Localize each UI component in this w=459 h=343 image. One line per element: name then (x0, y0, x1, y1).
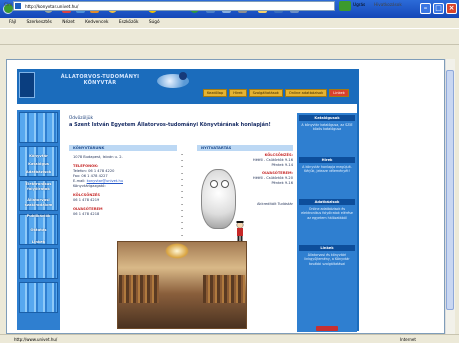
right-text-news: A könyvtár honlapja megújult. Kérjük, je… (302, 165, 352, 174)
menu-file[interactable]: Fájl (9, 20, 16, 25)
owl-illustration (201, 169, 236, 229)
address-label: Cím (4, 2, 13, 7)
bookshelf-image (19, 248, 58, 279)
right-column: Katalógusok A könyvtár katalógusa, az SZ… (297, 113, 357, 332)
email-link[interactable]: konyvtar@univet.hu (87, 179, 123, 183)
menu-edit[interactable]: Szerkesztés (26, 20, 51, 25)
top-nav: Kezdőlap Hírek Szolgáltatások Online ada… (203, 89, 349, 97)
browser-screenshot: Állatorvos-tudományi Könyvtár / Szent Is… (0, 0, 459, 343)
mascot-figure-icon (236, 221, 244, 241)
go-button[interactable]: Ugrás (353, 2, 365, 7)
close-button[interactable]: × (446, 3, 457, 14)
minimize-button[interactable]: – (420, 3, 431, 14)
menu-help[interactable]: Súgó (149, 20, 160, 25)
chandelier-image (165, 243, 189, 259)
menu-tools[interactable]: Eszközök (119, 20, 139, 25)
address-bar (0, 45, 459, 57)
right-head-catalog[interactable]: Katalógusok (299, 115, 355, 121)
toolbar (0, 28, 459, 45)
library-logo-icon (19, 72, 35, 98)
left-menu-item-literature[interactable]: Állatorvosi szakirodalom (17, 198, 60, 207)
menu-bar: Fájl Szerkesztés Nézet Kedvencek Eszközö… (0, 18, 459, 28)
status-url: http://www.univet.hu/ (14, 337, 58, 342)
menu-view[interactable]: Nézet (62, 20, 74, 25)
page-viewport: ÁLLATORVOS-TUDOMÁNYI KÖNYVTÁR Kezdőlap H… (6, 59, 445, 334)
nav-links[interactable]: Linkek (329, 89, 349, 97)
address-input[interactable]: http://konyvtar.univet.hu/ (13, 1, 335, 11)
loan-phone: 06 1 478 4219 (73, 198, 100, 202)
menu-favorites[interactable]: Kedvencek (85, 20, 108, 25)
owl-eye (210, 180, 218, 188)
opening-hours: KÖLCSÖNZÉS: Hétfő - Csütörtök 9-16 Pénte… (235, 153, 293, 207)
library-address: 1078 Budapest, István u. 2. (73, 155, 123, 159)
red-badge-button[interactable] (316, 326, 338, 331)
right-head-news[interactable]: Hírek (299, 157, 355, 163)
left-menu-item-catalog[interactable]: Katalógus (17, 162, 60, 167)
bookshelf-image (19, 282, 58, 313)
scrollbar-thumb[interactable] (446, 70, 454, 310)
bookshelf-image (19, 112, 58, 143)
owl-eye (221, 180, 229, 188)
left-menu-item-library[interactable]: Könyvtár (17, 154, 60, 159)
bookshelf-photo (119, 275, 159, 303)
bookshelf-photo (203, 275, 245, 303)
nav-home[interactable]: Kezdőlap (203, 89, 228, 97)
right-text-databases: Online adatbázisok és elektronikus folyó… (301, 207, 353, 220)
right-text-catalog: A könyvtár katalógusa, az SZIE közös kat… (301, 123, 353, 132)
right-head-databases[interactable]: Adatbázisok (299, 199, 355, 205)
library-contact: 1078 Budapest, István u. 2. TELEFONOK: T… (73, 155, 173, 217)
links-button[interactable]: Hivatkozások (374, 2, 402, 7)
footer-note: Akkreditált Tudástár (256, 202, 293, 206)
left-menu-item-publications[interactable]: Publikációk (17, 214, 60, 219)
section-header-hours: NYITVATARTÁS (197, 145, 293, 151)
director-label: Könyvtárigazgató: (73, 184, 106, 188)
page-favicon-icon (15, 3, 21, 9)
left-menu-item-links[interactable]: Linkek (17, 240, 60, 245)
reading-phone: 06 1 478 4218 (73, 212, 100, 216)
email-label: E-mail: (73, 179, 86, 183)
hours-reading-friday: Péntek 9-16 (271, 181, 293, 185)
status-bar: http://www.univet.hu/ Internet (0, 334, 459, 343)
left-menu-item-databases[interactable]: Adatbázisok (17, 170, 60, 175)
left-menu-item-ejournals[interactable]: Elektronikus folyóiratok (17, 182, 60, 191)
nav-services[interactable]: Szolgáltatások (248, 89, 283, 97)
hours-loan-friday: Péntek 9-14 (271, 163, 293, 167)
right-text-links: Állatorvosi és könyvtári linkgyűjtemény,… (304, 253, 350, 266)
left-menu-item-education[interactable]: Oktatás (17, 228, 60, 233)
left-menu: Könyvtár Katalógus Adatbázisok Elektroni… (17, 110, 60, 330)
nav-news[interactable]: Hírek (229, 89, 247, 97)
go-arrow-icon[interactable] (339, 1, 351, 11)
section-header-library: KÖNYVTÁRUNK (69, 145, 177, 151)
right-head-links[interactable]: Linkek (299, 245, 355, 251)
welcome-text: Üdvözöljük a Szent István Egyetem Állato… (69, 116, 299, 129)
nav-databases[interactable]: Online adatbázisok (284, 89, 328, 97)
blue-dot-icon (179, 72, 187, 80)
status-zone: Internet (400, 337, 416, 342)
header-edge (357, 69, 359, 331)
site-title: ÁLLATORVOS-TUDOMÁNYI KÖNYVTÁR (60, 74, 140, 86)
web-page: ÁLLATORVOS-TUDOMÁNYI KÖNYVTÁR Kezdőlap H… (7, 60, 444, 333)
maximize-button[interactable]: □ (433, 3, 444, 14)
welcome-line2: a Szent István Egyetem Állatorvos-tudomá… (69, 122, 271, 128)
